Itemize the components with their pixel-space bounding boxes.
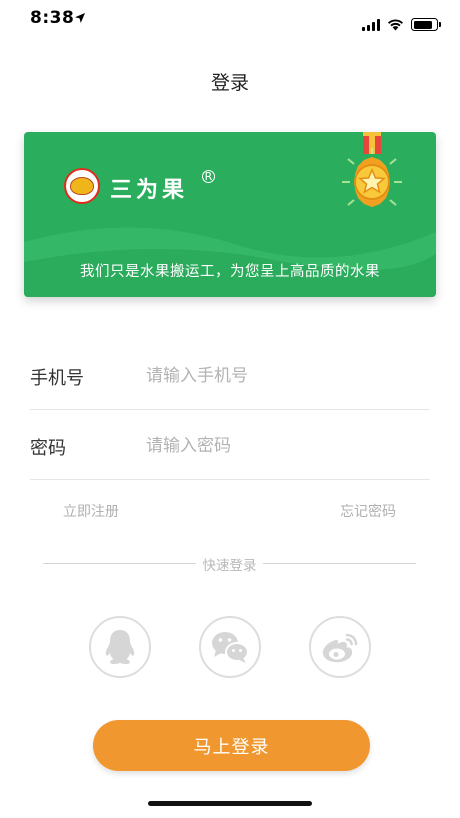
qq-login-button[interactable] (89, 616, 151, 678)
wifi-icon (388, 19, 403, 31)
status-bar: 8:38 (0, 0, 460, 40)
phone-input[interactable] (146, 362, 416, 390)
password-input[interactable] (146, 432, 416, 460)
brand-name: 三为果 (110, 178, 189, 203)
wechat-login-button[interactable] (199, 616, 261, 678)
login-button[interactable]: 马上登录 (93, 720, 370, 771)
battery-icon (411, 18, 441, 31)
home-indicator (148, 801, 312, 806)
brand-logo-icon (64, 168, 100, 204)
location-arrow-icon (75, 13, 85, 23)
page-title: 登录 (210, 72, 249, 94)
quick-login-divider: 快速登录 (43, 553, 416, 574)
register-link[interactable]: 立即注册 (63, 501, 119, 521)
registered-mark: R (202, 170, 215, 183)
status-icons (362, 18, 441, 31)
phone-label: 手机号 (30, 368, 84, 389)
wechat-icon (212, 632, 249, 663)
weibo-icon (322, 633, 358, 663)
phone-row: 手机号 (30, 340, 430, 410)
password-row: 密码 (30, 410, 430, 480)
banner-slogan: 我们只是水果搬运工，为您呈上高品质的水果 (80, 264, 380, 280)
divider-line-right (263, 563, 416, 564)
qq-icon (105, 630, 135, 665)
password-label: 密码 (30, 438, 66, 459)
medal-icon (342, 132, 402, 207)
weibo-login-button[interactable] (309, 616, 371, 678)
status-time: 8:38 (30, 8, 75, 28)
quick-login-label: 快速登录 (202, 558, 257, 574)
brand-banner: 三为果 R 我们只是水果搬运工，为您呈上高品质的水果 (24, 132, 436, 297)
battery-level (413, 20, 433, 29)
forgot-password-link[interactable]: 忘记密码 (340, 501, 396, 521)
cellular-signal-icon (362, 18, 380, 31)
